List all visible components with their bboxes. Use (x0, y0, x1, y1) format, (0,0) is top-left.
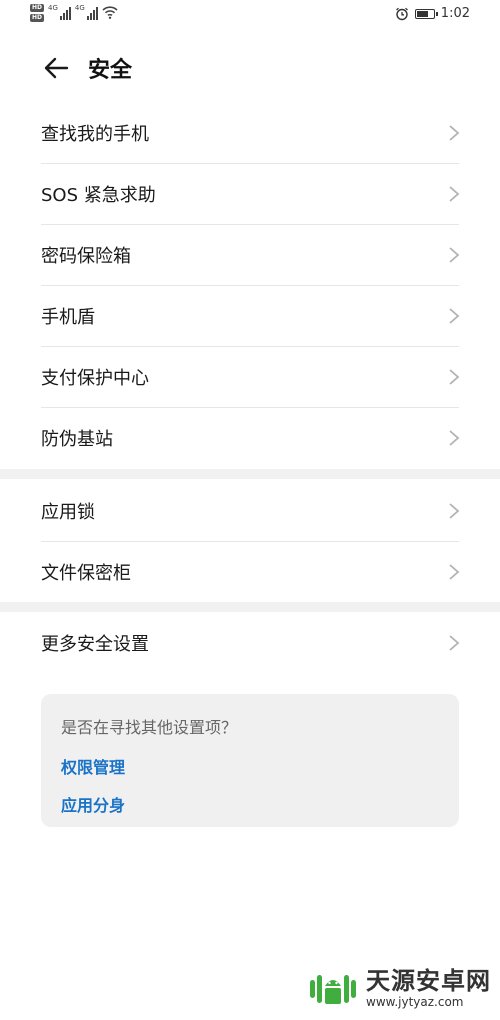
status-time: 1:02 (440, 6, 470, 21)
settings-group-more: 更多安全设置 (0, 612, 500, 673)
group-divider (0, 602, 500, 612)
page-title: 安全 (88, 58, 133, 83)
chevron-right-icon (449, 246, 460, 263)
network-type-label: 4G (74, 4, 85, 12)
network-type-label: 4G (48, 4, 58, 12)
settings-item-label: SOS 紧急求助 (41, 184, 156, 206)
watermark-name: 天源安卓网 (366, 967, 491, 995)
settings-item-app-lock[interactable]: 应用锁 (0, 480, 500, 541)
status-bar-right: 1:02 (395, 6, 470, 21)
settings-item-label: 密码保险箱 (41, 245, 131, 267)
settings-item-label: 更多安全设置 (41, 633, 149, 655)
link-permission-management[interactable]: 权限管理 (61, 754, 439, 778)
hd-badge-icon: HD (30, 4, 45, 12)
link-app-twin[interactable]: 应用分身 (61, 792, 439, 816)
status-bar-left: HD HD 4G 4G (30, 4, 118, 22)
settings-group-privacy: 应用锁 文件保密柜 (0, 480, 500, 602)
watermark-url: www.jytyaz.com (366, 995, 464, 1009)
chevron-right-icon (449, 429, 460, 446)
settings-item-label: 手机盾 (41, 306, 95, 328)
alarm-clock-icon (395, 7, 408, 20)
signal-icon: 4G (48, 4, 71, 20)
settings-item-label: 防伪基站 (41, 428, 113, 450)
settings-item-file-safe[interactable]: 文件保密柜 (0, 541, 500, 602)
settings-item-label: 文件保密柜 (41, 562, 131, 584)
chevron-right-icon (449, 634, 460, 651)
settings-item-sos[interactable]: SOS 紧急求助 (0, 163, 500, 224)
group-divider (0, 469, 500, 479)
settings-item-password-vault[interactable]: 密码保险箱 (0, 224, 500, 285)
settings-item-fake-base-station[interactable]: 防伪基站 (0, 407, 500, 468)
chevron-right-icon (449, 502, 460, 519)
chevron-right-icon (449, 124, 460, 141)
status-bar: HD HD 4G 4G 1:02 (0, 0, 500, 32)
chevron-right-icon (449, 185, 460, 202)
settings-item-more-security[interactable]: 更多安全设置 (0, 612, 500, 673)
hd-indicators: HD HD (30, 4, 45, 22)
back-button[interactable] (36, 48, 76, 88)
arrow-left-icon (44, 57, 69, 79)
hd-badge-icon: HD (30, 14, 45, 22)
settings-item-label: 应用锁 (41, 501, 95, 523)
android-logo-icon (310, 975, 356, 1004)
signal-icon: 4G (75, 4, 98, 20)
settings-item-label: 支付保护中心 (41, 367, 149, 389)
header: 安全 (0, 42, 500, 94)
watermark: 天源安卓网 www.jytyaz.com (308, 966, 491, 1010)
suggestions-question: 是否在寻找其他设置项？ (61, 718, 238, 737)
chevron-right-icon (449, 368, 460, 385)
chevron-right-icon (449, 563, 460, 580)
settings-item-label: 查找我的手机 (41, 123, 149, 145)
settings-item-find-my-phone[interactable]: 查找我的手机 (0, 102, 500, 163)
settings-group-main: 查找我的手机 SOS 紧急求助 密码保险箱 手机盾 支付保护中心 防伪基站 (0, 102, 500, 468)
wifi-icon (102, 6, 118, 19)
settings-item-payment-protection[interactable]: 支付保护中心 (0, 346, 500, 407)
battery-icon (414, 8, 438, 19)
chevron-right-icon (449, 307, 460, 324)
suggestions-card: 是否在寻找其他设置项？ 权限管理 应用分身 (41, 694, 459, 827)
settings-item-phone-shield[interactable]: 手机盾 (0, 285, 500, 346)
